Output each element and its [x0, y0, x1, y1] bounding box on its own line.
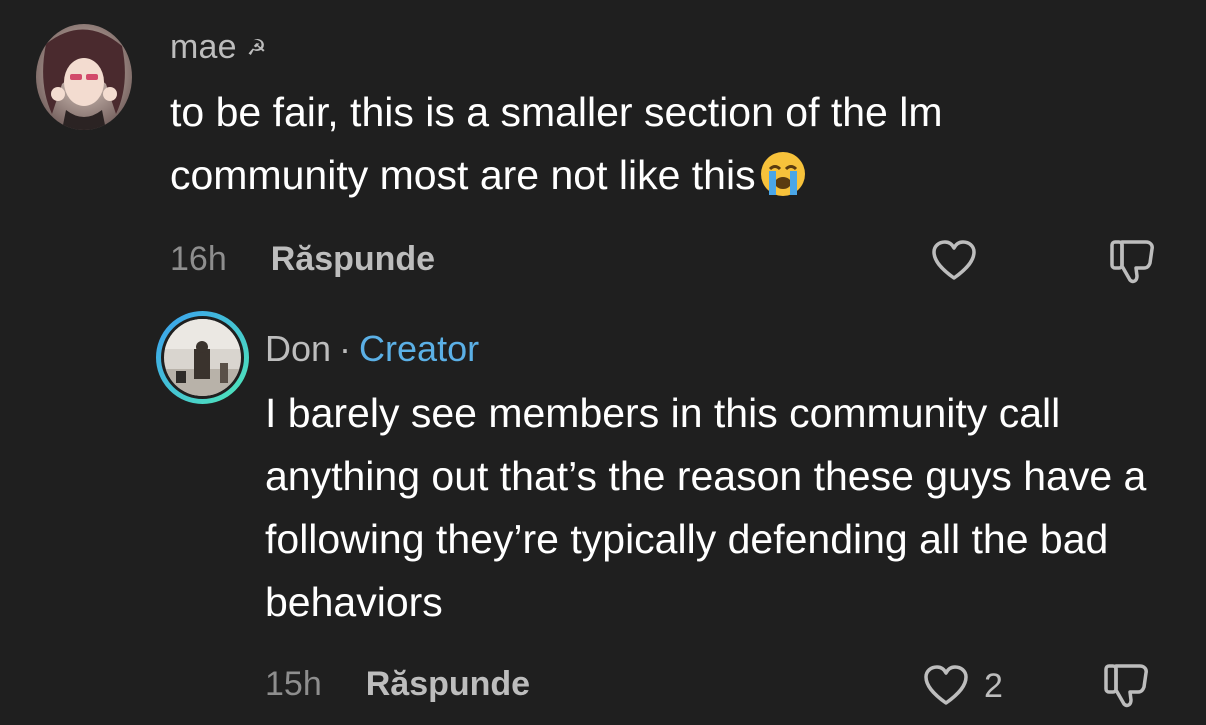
reply-username[interactable]: Don · Creator [265, 328, 479, 370]
username-text[interactable]: mae [170, 28, 237, 66]
username-text[interactable]: Don [265, 328, 331, 369]
like-heart-icon[interactable] [922, 663, 970, 707]
reply-timestamp: 15h [265, 665, 322, 703]
dislike-thumb-icon[interactable] [1102, 660, 1154, 710]
comment-text: to be fair, this is a smaller section of… [170, 89, 943, 198]
comment-timestamp: 16h [170, 240, 227, 278]
creator-badge: Creator [359, 328, 480, 369]
like-count: 2 [984, 667, 1003, 705]
reply-button[interactable]: Răspunde [366, 665, 530, 703]
reply-meta: 15h Răspunde [265, 665, 530, 704]
comment-meta: 16h Răspunde [170, 240, 435, 279]
reply-button[interactable]: Răspunde [271, 240, 435, 278]
separator-dot: · [339, 328, 352, 369]
like-heart-icon[interactable] [930, 238, 978, 282]
comment-body: to be fair, this is a smaller section of… [170, 81, 1130, 207]
reply-body: I barely see members in this community c… [265, 390, 1147, 625]
hammer-sickle-icon: ☭ [246, 35, 267, 60]
avatar[interactable] [164, 319, 241, 396]
comment-username[interactable]: mae ☭ [170, 28, 267, 67]
dislike-thumb-icon[interactable] [1108, 236, 1160, 286]
avatar[interactable] [36, 24, 132, 130]
comment-thread: mae ☭ to be fair, this is a smaller secti… [0, 0, 1206, 725]
loudly-crying-face-icon [758, 149, 808, 199]
